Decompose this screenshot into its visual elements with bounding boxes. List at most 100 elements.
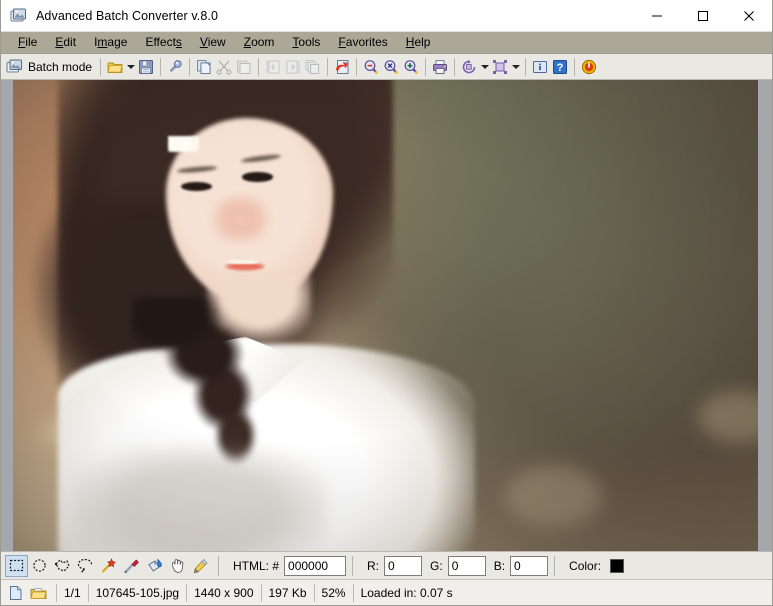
image-canvas[interactable] xyxy=(13,80,758,551)
prev-image-icon xyxy=(265,59,281,75)
green-label: G: xyxy=(430,558,443,573)
rotate-dropdown-arrow[interactable] xyxy=(479,57,490,77)
pan-hand-tool[interactable] xyxy=(166,555,189,577)
zoom-actual-icon xyxy=(383,59,399,75)
properties-button[interactable] xyxy=(165,56,185,78)
open-dropdown-arrow[interactable] xyxy=(125,57,136,77)
open-folder-icon[interactable] xyxy=(27,582,49,604)
copy-icon xyxy=(196,59,212,75)
status-separator xyxy=(56,583,57,602)
zoom-out-button[interactable] xyxy=(361,56,381,78)
toolbar-separator xyxy=(356,57,358,76)
toolbar-separator xyxy=(327,57,329,76)
polygon-select-tool[interactable] xyxy=(51,555,74,577)
status-bar: 1/1 107645-105.jpg 1440 x 900 197 Kb 52%… xyxy=(1,579,772,605)
resize-button[interactable] xyxy=(490,56,510,78)
status-separator xyxy=(87,583,89,602)
zoom-out-icon xyxy=(363,59,379,75)
html-color-label: HTML: # xyxy=(233,558,280,573)
title-bar: Advanced Batch Converter v.8.0 xyxy=(1,0,772,32)
red-arrow-page-icon xyxy=(334,59,350,75)
resize-icon xyxy=(492,59,508,75)
menu-view[interactable]: View xyxy=(191,33,235,52)
save-button[interactable] xyxy=(136,56,156,78)
zoom-actual-button[interactable] xyxy=(381,56,401,78)
main-toolbar: Batch mode ? xyxy=(1,54,772,80)
cut-button[interactable] xyxy=(214,56,234,78)
magnifier-info-icon xyxy=(167,59,183,75)
filename: 107645-105.jpg xyxy=(95,585,180,600)
magic-wand-tool[interactable] xyxy=(97,555,120,577)
info-button[interactable] xyxy=(530,56,550,78)
open-file-button[interactable] xyxy=(105,56,125,78)
zoom-level: 52% xyxy=(321,585,346,600)
rect-select-tool[interactable] xyxy=(5,554,28,577)
rotate-button[interactable] xyxy=(459,56,479,78)
menu-edit[interactable]: Edit xyxy=(46,33,85,52)
menu-image[interactable]: Image xyxy=(85,33,136,52)
thumbnails-icon xyxy=(305,59,321,75)
copy-button[interactable] xyxy=(194,56,214,78)
eyedropper-tool[interactable] xyxy=(120,555,143,577)
lasso-select-tool[interactable] xyxy=(74,555,97,577)
svg-text:?: ? xyxy=(557,62,564,74)
green-input[interactable] xyxy=(447,555,486,576)
blue-input[interactable] xyxy=(510,555,549,576)
image-viewer[interactable] xyxy=(1,80,772,551)
red-input[interactable] xyxy=(384,555,423,576)
zoom-in-icon xyxy=(403,59,419,75)
toolbar-separator xyxy=(454,57,456,76)
help-button[interactable]: ? xyxy=(550,56,570,78)
photo-vignette xyxy=(13,80,758,551)
menu-zoom[interactable]: Zoom xyxy=(235,33,284,52)
window-controls xyxy=(634,0,772,32)
menu-help[interactable]: Help xyxy=(397,33,440,52)
toolbar-separator xyxy=(189,57,191,76)
menu-effects[interactable]: Effects xyxy=(136,33,190,52)
load-time: Loaded in: 0.07 s xyxy=(360,585,453,600)
ellipse-select-tool[interactable] xyxy=(28,555,51,577)
status-separator xyxy=(186,583,188,602)
rotate-icon xyxy=(461,59,477,75)
toolstrip-separator xyxy=(352,555,354,576)
toolbar-separator xyxy=(100,57,102,76)
print-button[interactable] xyxy=(430,56,450,78)
menu-tools[interactable]: Tools xyxy=(283,33,329,52)
application-window: Advanced Batch Converter v.8.0 File Edit… xyxy=(0,0,773,606)
new-image-icon[interactable] xyxy=(5,582,27,604)
toolbar-separator xyxy=(574,57,576,76)
pencil-tool[interactable] xyxy=(189,555,212,577)
next-image-button[interactable] xyxy=(283,56,303,78)
menu-favorites[interactable]: Favorites xyxy=(329,33,396,52)
toolbar-separator xyxy=(425,57,427,76)
close-button[interactable] xyxy=(726,0,772,32)
help-question-icon: ? xyxy=(552,59,568,75)
previous-image-button[interactable] xyxy=(263,56,283,78)
resize-dropdown-arrow[interactable] xyxy=(510,57,521,77)
status-separator xyxy=(260,583,262,602)
printer-icon xyxy=(432,59,448,75)
maximize-button[interactable] xyxy=(680,0,726,32)
page-counter: 1/1 xyxy=(64,585,81,600)
undo-redo-button[interactable] xyxy=(332,56,352,78)
image-stack-icon xyxy=(6,58,24,76)
status-separator xyxy=(352,583,354,602)
info-icon xyxy=(532,59,548,75)
color-label: Color: xyxy=(569,558,602,573)
menu-bar: File Edit Image Effects View Zoom Tools … xyxy=(1,32,772,54)
color-swatch[interactable] xyxy=(610,558,625,573)
batch-mode-button[interactable]: Batch mode xyxy=(4,56,96,78)
thumbnails-button[interactable] xyxy=(303,56,323,78)
open-folder-icon xyxy=(107,59,123,75)
html-color-input[interactable] xyxy=(284,555,347,576)
zoom-in-button[interactable] xyxy=(401,56,421,78)
paint-bucket-tool[interactable] xyxy=(143,555,166,577)
app-image-stack-icon xyxy=(10,7,28,25)
minimize-button[interactable] xyxy=(634,0,680,32)
menu-file[interactable]: File xyxy=(9,33,46,52)
paste-button[interactable] xyxy=(234,56,254,78)
exit-button[interactable] xyxy=(579,56,599,78)
paste-icon xyxy=(236,59,252,75)
scissors-icon xyxy=(216,59,232,75)
toolbar-separator xyxy=(258,57,260,76)
